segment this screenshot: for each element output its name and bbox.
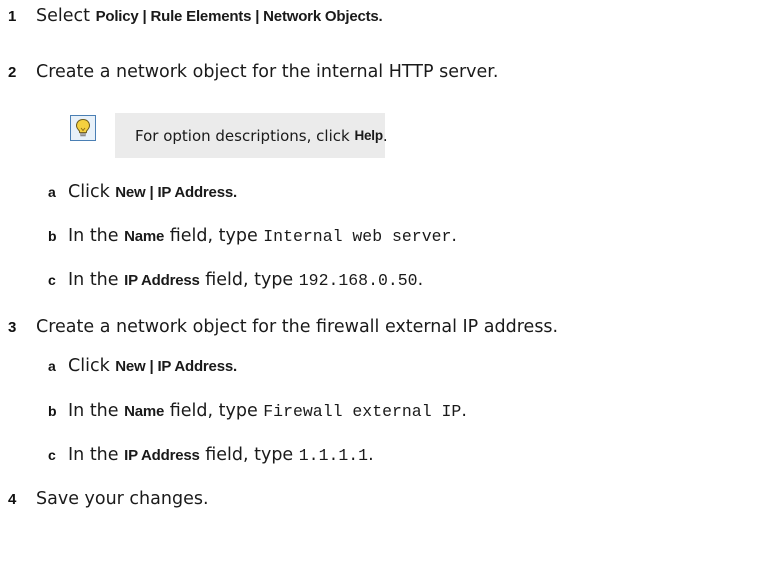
step-number: 2 xyxy=(8,64,17,81)
lightbulb-icon xyxy=(70,115,96,141)
ui-field-name: Name xyxy=(124,403,165,420)
code-value: 1.1.1.1 xyxy=(298,446,369,465)
substep-letter: a xyxy=(48,184,56,200)
substep-2a: a Click New | IP Address . xyxy=(48,182,237,202)
step-number: 4 xyxy=(8,491,17,508)
ui-menu-path: New | IP Address xyxy=(115,358,233,375)
step-1: 1 Select Policy | Rule Elements | Networ… xyxy=(8,6,383,26)
ui-field-ip-address: IP Address xyxy=(124,272,200,289)
ui-menu-path: Policy | Rule Elements | Network Objects xyxy=(95,8,379,25)
step-number: 3 xyxy=(8,319,17,336)
step-text: Create a network object for the firewall… xyxy=(36,317,559,337)
step-3: 3 Create a network object for the firewa… xyxy=(8,317,558,337)
substep-letter: b xyxy=(48,403,57,419)
step-2: 2 Create a network object for the intern… xyxy=(8,62,498,82)
ui-field-name: Name xyxy=(124,228,165,245)
code-value: Internal web server xyxy=(263,227,452,246)
code-value: Firewall external IP xyxy=(263,402,462,421)
substep-2b: b In the Name field, type Internal web s… xyxy=(48,226,457,246)
ui-field-ip-address: IP Address xyxy=(124,447,200,464)
substep-2c: c In the IP Address field, type 192.168.… xyxy=(48,270,424,290)
substep-letter: b xyxy=(48,228,57,244)
step-text: Select xyxy=(36,6,96,26)
substep-letter: c xyxy=(48,272,56,288)
tip-note: For option descriptions, click Help . xyxy=(115,113,388,158)
step-4: 4 Save your changes. xyxy=(8,489,209,509)
substep-3a: a Click New | IP Address . xyxy=(48,356,237,376)
ui-menu-path: New | IP Address xyxy=(115,184,233,201)
substep-3b: b In the Name field, type Firewall exter… xyxy=(48,401,467,421)
tip-text: For option descriptions, click xyxy=(135,126,355,145)
step-number: 1 xyxy=(8,8,17,25)
step-text: Save your changes. xyxy=(36,489,209,509)
substep-letter: a xyxy=(48,358,56,374)
substep-3c: c In the IP Address field, type 1.1.1.1 … xyxy=(48,445,374,465)
step-text: Create a network object for the internal… xyxy=(36,62,499,82)
ui-help: Help xyxy=(354,128,383,143)
code-value: 192.168.0.50 xyxy=(298,271,418,290)
substep-letter: c xyxy=(48,447,56,463)
